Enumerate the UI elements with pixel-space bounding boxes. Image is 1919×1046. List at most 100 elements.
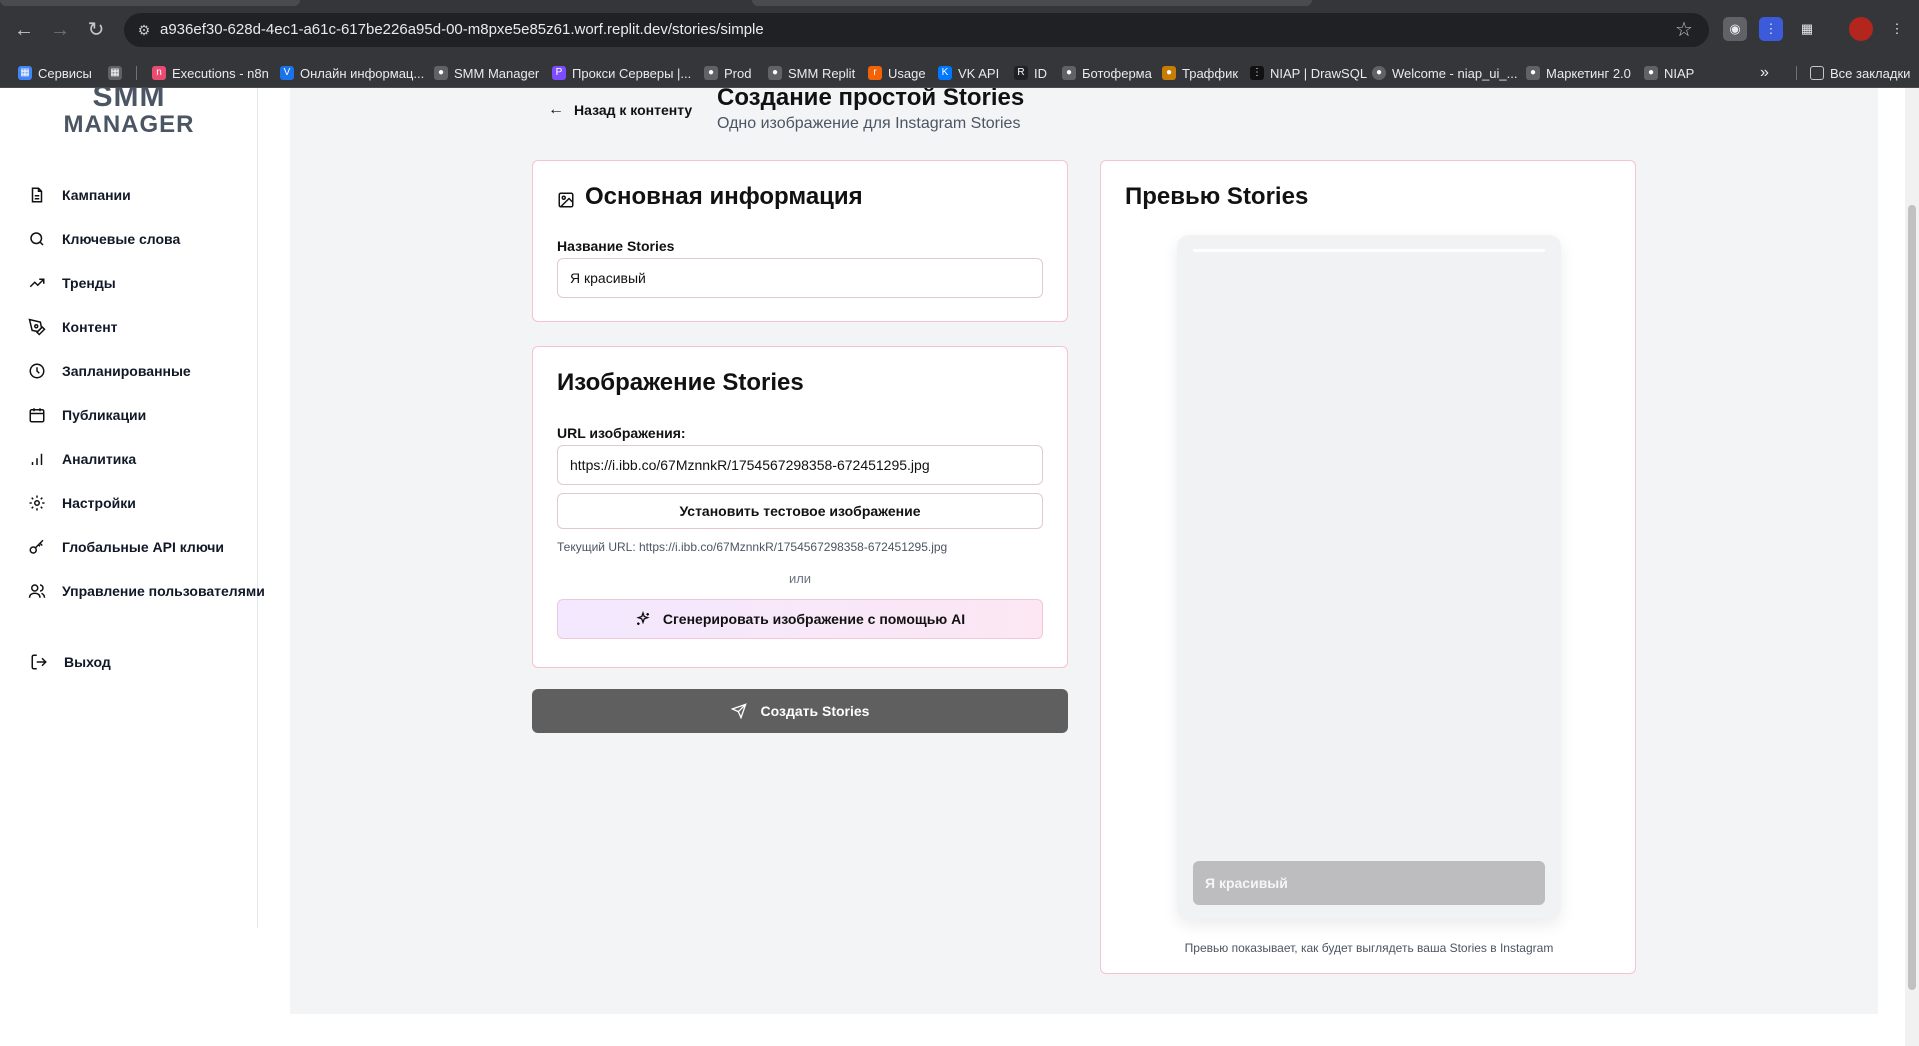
proxy-icon: P	[552, 66, 566, 80]
image-icon	[557, 188, 575, 208]
calendar-icon	[28, 406, 46, 424]
sidebar-item-api-keys[interactable]: Глобальные API ключи	[28, 535, 224, 559]
bookmark-item[interactable]: V Онлайн информац...	[280, 58, 424, 88]
sidebar-item-label: Контент	[62, 319, 118, 335]
generate-ai-image-button[interactable]: Сгенерировать изображение с помощью AI	[557, 599, 1043, 639]
image-url-input[interactable]: https://i.ibb.co/67MznnkR/1754567298358-…	[557, 445, 1043, 485]
sidebar-item-label: Глобальные API ключи	[62, 539, 224, 555]
sidebar-item-label: Публикации	[62, 407, 147, 423]
bookmark-item[interactable]: ● Ботоферма	[1062, 58, 1152, 88]
bookmark-item[interactable]: ● Prod	[704, 58, 751, 88]
sidebar-item-label: Запланированные	[62, 363, 191, 379]
back-arrow-icon[interactable]: ←	[12, 18, 36, 42]
address-bar[interactable]: ⚙ a936ef30-628d-4ec1-a61c-617be226a95d-0…	[124, 13, 1709, 47]
sidebar-item-label: Настройки	[62, 495, 136, 511]
sidebar-item-label: Тренды	[62, 275, 116, 291]
sidebar-item-label: Ключевые слова	[62, 231, 181, 247]
bookmark-item[interactable]: P Прокси Серверы |...	[552, 58, 691, 88]
sidebar-item-label: Управление пользователями	[62, 583, 265, 599]
r-icon: R	[1014, 66, 1028, 80]
extension-icon[interactable]: ⋮	[1759, 17, 1783, 41]
globe-icon: ●	[1644, 66, 1658, 80]
logout-button[interactable]: Выход	[30, 650, 111, 674]
page-scrollbar[interactable]	[1905, 88, 1919, 1046]
forward-arrow-icon[interactable]: →	[48, 18, 72, 42]
v-icon: V	[280, 66, 294, 80]
bookmark-item[interactable]: ● Маркетинг 2.0	[1526, 58, 1631, 88]
traffic-icon: ●	[1162, 66, 1176, 80]
bookmark-item[interactable]: ▦ Сервисы	[18, 58, 92, 88]
folder-icon	[1810, 66, 1824, 80]
address-url[interactable]: a936ef30-628d-4ec1-a61c-617be226a95d-00-…	[160, 13, 764, 47]
story-progress-bar	[1193, 249, 1545, 252]
bookmark-label: SMM Replit	[788, 65, 856, 81]
camera-extension-icon[interactable]: ◉	[1723, 17, 1747, 41]
all-bookmarks[interactable]: Все закладки	[1810, 58, 1910, 88]
bookmark-label: NIAP	[1664, 65, 1695, 81]
bookmark-item[interactable]: ● SMM Replit	[768, 58, 855, 88]
set-test-image-button[interactable]: Установить тестовое изображение	[557, 493, 1043, 529]
bookmark-item[interactable]: ● NIAP	[1644, 58, 1694, 88]
sidebar: SMM MANAGER Кампании Ключевые слова Трен…	[0, 88, 265, 928]
bookmark-item[interactable]: ● Welcome - niap_ui_...	[1372, 58, 1518, 88]
sidebar-item-publications[interactable]: Публикации	[28, 403, 146, 427]
bookmark-item[interactable]: ● Траффик	[1162, 58, 1238, 88]
create-stories-label: Создать Stories	[760, 703, 870, 719]
current-url-text: Текущий URL: https://i.ibb.co/67MznnkR/1…	[557, 540, 948, 554]
back-to-content-link[interactable]: ← Назад к контенту	[548, 98, 692, 122]
bookmark-item[interactable]: ⋮ NIAP | DrawSQL	[1250, 58, 1367, 88]
n8n-icon: n	[152, 66, 166, 80]
bookmark-label: SMM Manager	[454, 65, 540, 81]
sidebar-item-scheduled[interactable]: Запланированные	[28, 359, 191, 383]
pen-tool-icon	[28, 318, 46, 336]
bookmark-label: Прокси Серверы |...	[572, 65, 692, 81]
sidebar-item-content[interactable]: Контент	[28, 315, 118, 339]
bookmark-item[interactable]: n Executions - n8n	[152, 58, 269, 88]
page-title: Создание простой Stories	[717, 88, 1025, 111]
basic-info-card: Основная информация Название Stories Я к…	[532, 160, 1068, 322]
bookmark-star-icon[interactable]: ☆	[1673, 19, 1695, 41]
stories-image-card: Изображение Stories URL изображения: htt…	[532, 346, 1068, 668]
tab-edge	[752, 0, 1312, 6]
trending-up-icon	[28, 274, 46, 292]
bookmark-item[interactable]: ● SMM Manager	[434, 58, 539, 88]
sidebar-item-label: Кампании	[62, 187, 131, 203]
basic-info-title-text: Основная информация	[585, 183, 863, 210]
bookmarks-overflow-chevron-icon[interactable]: »	[1760, 58, 1769, 88]
bookmark-item[interactable]: R ID	[1014, 58, 1047, 88]
reload-icon[interactable]: ↻	[84, 18, 108, 42]
bookmark-label: Онлайн информац...	[300, 65, 425, 81]
browser-menu-icon[interactable]: ⋮	[1885, 17, 1909, 41]
page-viewport: SMM MANAGER Кампании Ключевые слова Трен…	[0, 88, 1919, 1046]
bookmark-item[interactable]: K VK API	[938, 58, 999, 88]
sidebar-item-trends[interactable]: Тренды	[28, 271, 116, 295]
stories-image-title: Изображение Stories	[557, 369, 804, 396]
bookmark-item[interactable]: r Usage	[868, 58, 926, 88]
preview-card: Превью Stories Я красивый Превью показыв…	[1100, 160, 1636, 974]
story-preview-phone: Я красивый	[1177, 235, 1561, 919]
create-stories-button[interactable]: Создать Stories	[532, 689, 1068, 733]
generate-ai-image-label: Сгенерировать изображение с помощью AI	[662, 611, 966, 627]
bookmark-item[interactable]: ▦	[108, 58, 122, 88]
sidebar-item-analytics[interactable]: Аналитика	[28, 447, 136, 471]
stories-name-input[interactable]: Я красивый	[557, 258, 1043, 298]
scrollbar-thumb[interactable]	[1908, 205, 1916, 990]
bookmark-label: Executions - n8n	[172, 65, 269, 81]
globe-icon: ●	[704, 66, 718, 80]
sidebar-item-users[interactable]: Управление пользователями	[28, 579, 265, 603]
profile-avatar[interactable]	[1849, 17, 1873, 41]
replit-icon: r	[868, 66, 882, 80]
extensions-puzzle-icon[interactable]: ▦	[1795, 17, 1819, 41]
sidebar-item-keywords[interactable]: Ключевые слова	[28, 227, 180, 251]
globe-icon: ●	[1526, 66, 1540, 80]
bar-chart-icon	[28, 450, 46, 468]
site-info-icon[interactable]: ⚙	[134, 20, 154, 40]
globe-icon: ●	[434, 66, 448, 80]
arrow-left-icon: ←	[548, 101, 564, 118]
bookmark-label: NIAP | DrawSQL	[1270, 65, 1368, 81]
browser-toolbar: ← → ↻ ⚙ a936ef30-628d-4ec1-a61c-617be226…	[0, 0, 1919, 58]
bookmark-label: Ботоферма	[1082, 65, 1152, 81]
sidebar-item-settings[interactable]: Настройки	[28, 491, 136, 515]
sidebar-item-campaigns[interactable]: Кампании	[28, 183, 131, 207]
drawsql-icon: ⋮	[1250, 66, 1264, 80]
